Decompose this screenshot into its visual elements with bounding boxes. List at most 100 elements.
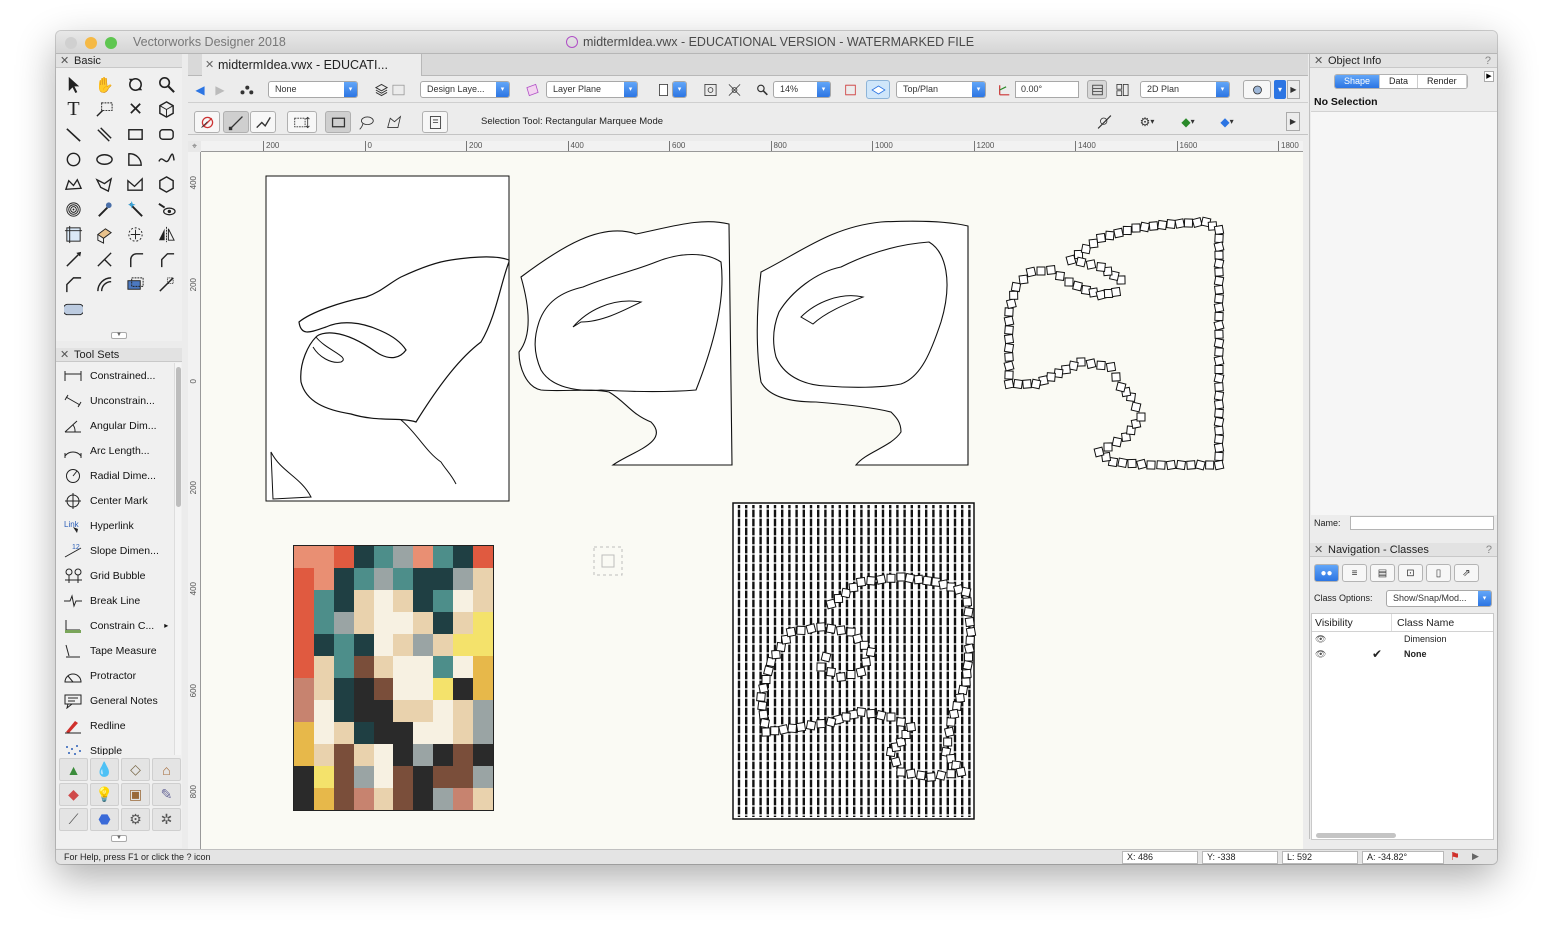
furniture-set-icon[interactable]: ⌂ <box>152 758 181 781</box>
active-plane-dropdown[interactable]: Layer Plane ▾ <box>546 81 638 98</box>
detailing-set-icon[interactable]: ✎ <box>152 783 181 806</box>
toolset-item[interactable]: Arc Length... <box>56 438 174 463</box>
ruler-origin[interactable]: ⌖ <box>188 141 201 152</box>
building-shell-set-icon[interactable]: ◇ <box>121 758 150 781</box>
double-polyline-tool-icon[interactable] <box>120 172 151 197</box>
render-mode-icon[interactable] <box>1112 80 1132 99</box>
scrollbar-thumb[interactable] <box>176 367 181 507</box>
toolset-item[interactable]: Center Mark <box>56 488 174 513</box>
snap-to-object-icon[interactable] <box>1094 112 1114 131</box>
toolset-item[interactable]: Grid Bubble <box>56 563 174 588</box>
dims-notes-set-icon[interactable]: ⟋ <box>59 808 88 831</box>
grid-mosaic-object[interactable] <box>732 502 977 820</box>
callout-tool-icon[interactable] <box>89 97 120 122</box>
alert-flag-icon[interactable]: ⚑ <box>1450 850 1460 863</box>
close-tab-icon[interactable]: ✕ <box>205 54 214 76</box>
zoom-icon[interactable] <box>752 80 772 99</box>
snap-settings-icon[interactable]: ◆ ▾ <box>1212 112 1242 131</box>
flip-view-icon[interactable] <box>840 80 860 99</box>
class-row[interactable]: 👁 Dimension <box>1312 632 1493 647</box>
flyover-tool-icon[interactable] <box>120 72 151 97</box>
render-settings-icon[interactable] <box>1243 80 1271 99</box>
toolset-item[interactable]: Redline <box>56 713 174 738</box>
snapping-icon[interactable]: ◆ ▾ <box>1173 112 1203 131</box>
eraser-tool-icon[interactable]: ✕ <box>120 97 151 122</box>
split-tool-icon[interactable] <box>58 247 89 272</box>
fillet-tool-icon[interactable] <box>120 247 151 272</box>
class-name-column-header[interactable]: Class Name <box>1394 614 1454 631</box>
basic-palette-collapse[interactable]: ▼ <box>56 331 182 340</box>
alert-menu-icon[interactable]: ▶ <box>1472 851 1479 862</box>
attribute-mapping-tool-icon[interactable] <box>89 222 120 247</box>
regular-polygon-tool-icon[interactable] <box>151 172 182 197</box>
fabrication-set-icon[interactable]: ▣ <box>121 783 150 806</box>
piping-set-icon[interactable]: ⬣ <box>90 808 119 831</box>
selection-tool-preferences-icon[interactable] <box>422 111 448 133</box>
class-row[interactable]: 👁 ✔ None <box>1312 647 1493 662</box>
view-bar-expand-icon[interactable]: ▶ <box>1287 80 1300 99</box>
classes-table-scrollbar[interactable] <box>1316 833 1396 838</box>
lighting-set-icon[interactable]: 💡 <box>90 783 119 806</box>
connect-tool-icon[interactable] <box>58 272 89 297</box>
polygon-marquee-mode-icon[interactable] <box>381 111 407 133</box>
selection-tool-icon[interactable] <box>58 72 89 97</box>
projection-icon[interactable] <box>1087 80 1107 99</box>
close-palette-icon[interactable]: ✕ <box>60 348 69 362</box>
object-info-tab-data[interactable]: Data <box>1380 75 1419 88</box>
zoom-fit-icon[interactable] <box>700 80 720 99</box>
square-chain-object[interactable] <box>1003 216 1225 471</box>
gear-icon[interactable]: ⚙ ▾ <box>1132 112 1162 131</box>
minimize-window-button[interactable] <box>85 37 97 49</box>
sheet-layer-icon[interactable] <box>653 80 673 99</box>
object-info-menu-icon[interactable]: ▶ <box>1484 71 1494 82</box>
reshape-tool-icon[interactable] <box>58 222 89 247</box>
render-mode-dropdown[interactable]: 2D Plan ▾ <box>1140 81 1230 98</box>
object-info-tab-render[interactable]: Render <box>1418 75 1467 88</box>
forward-arrow-icon[interactable]: ▶ <box>210 80 230 99</box>
expand-mode-bar-icon[interactable]: ▶ <box>1286 112 1300 131</box>
zoom-dropdown[interactable]: 14% ▾ <box>773 81 831 98</box>
zoom-window-button[interactable] <box>105 37 117 49</box>
pixel-mosaic-image[interactable] <box>293 545 494 811</box>
x-coordinate-field[interactable]: X: 486 <box>1122 851 1198 864</box>
plane-icon[interactable] <box>522 80 542 99</box>
lasso-mode-icon[interactable] <box>353 111 379 133</box>
clip-line-tool-icon[interactable] <box>151 272 182 297</box>
active-class-check[interactable] <box>1372 632 1404 647</box>
viewports-view-icon[interactable]: ⊡ <box>1398 564 1423 582</box>
freehand-tool-icon[interactable] <box>151 147 182 172</box>
toolset-item[interactable]: Link Hyperlink <box>56 513 174 538</box>
more-sets-icon[interactable]: ✲ <box>152 808 181 831</box>
toolset-item[interactable]: Tape Measure <box>56 638 174 663</box>
2d-reshape-tool-icon[interactable] <box>58 297 89 322</box>
visibility-tool-icon[interactable] <box>151 197 182 222</box>
map-outline-object-1[interactable] <box>265 175 510 502</box>
angle-field[interactable]: A: -34.82° <box>1362 851 1444 864</box>
toolset-item[interactable]: Constrain C... ▸ <box>56 613 174 638</box>
trim-tool-icon[interactable] <box>89 247 120 272</box>
double-line-tool-icon[interactable] <box>89 122 120 147</box>
rounded-rect-tool-icon[interactable] <box>151 122 182 147</box>
arc-tool-icon[interactable] <box>120 147 151 172</box>
close-palette-icon[interactable]: ✕ <box>1314 54 1323 68</box>
rotation-field[interactable]: 0.00° <box>1015 81 1079 98</box>
close-palette-icon[interactable]: ✕ <box>60 54 69 68</box>
rectangular-marquee-options-icon[interactable] <box>287 111 317 133</box>
rectangle-tool-icon[interactable] <box>120 122 151 147</box>
pan-tool-icon[interactable]: ✋ <box>89 72 120 97</box>
toolset-item[interactable]: Break Line <box>56 588 174 613</box>
visibility-eye-icon[interactable]: 👁 <box>1312 632 1372 647</box>
sheet-dropdown-arrow[interactable]: ▾ <box>672 81 687 98</box>
visibility-eye-icon[interactable]: 👁 <box>1312 647 1372 662</box>
active-class-check[interactable]: ✔ <box>1372 647 1404 662</box>
clip-tool-icon[interactable] <box>120 272 151 297</box>
machine-components-set-icon[interactable]: ⚙ <box>121 808 150 831</box>
standard-view-icon[interactable] <box>866 80 890 99</box>
polyline-tool-icon[interactable] <box>58 172 89 197</box>
landscape-set-icon[interactable]: 💧 <box>90 758 119 781</box>
zoom-selection-icon[interactable] <box>724 80 744 99</box>
design-layers-view-icon[interactable]: ≡ <box>1342 564 1367 582</box>
object-info-tab-shape[interactable]: Shape <box>1335 75 1381 88</box>
spiral-tool-icon[interactable] <box>58 197 89 222</box>
visibility-column-header[interactable]: Visibility <box>1312 614 1392 631</box>
